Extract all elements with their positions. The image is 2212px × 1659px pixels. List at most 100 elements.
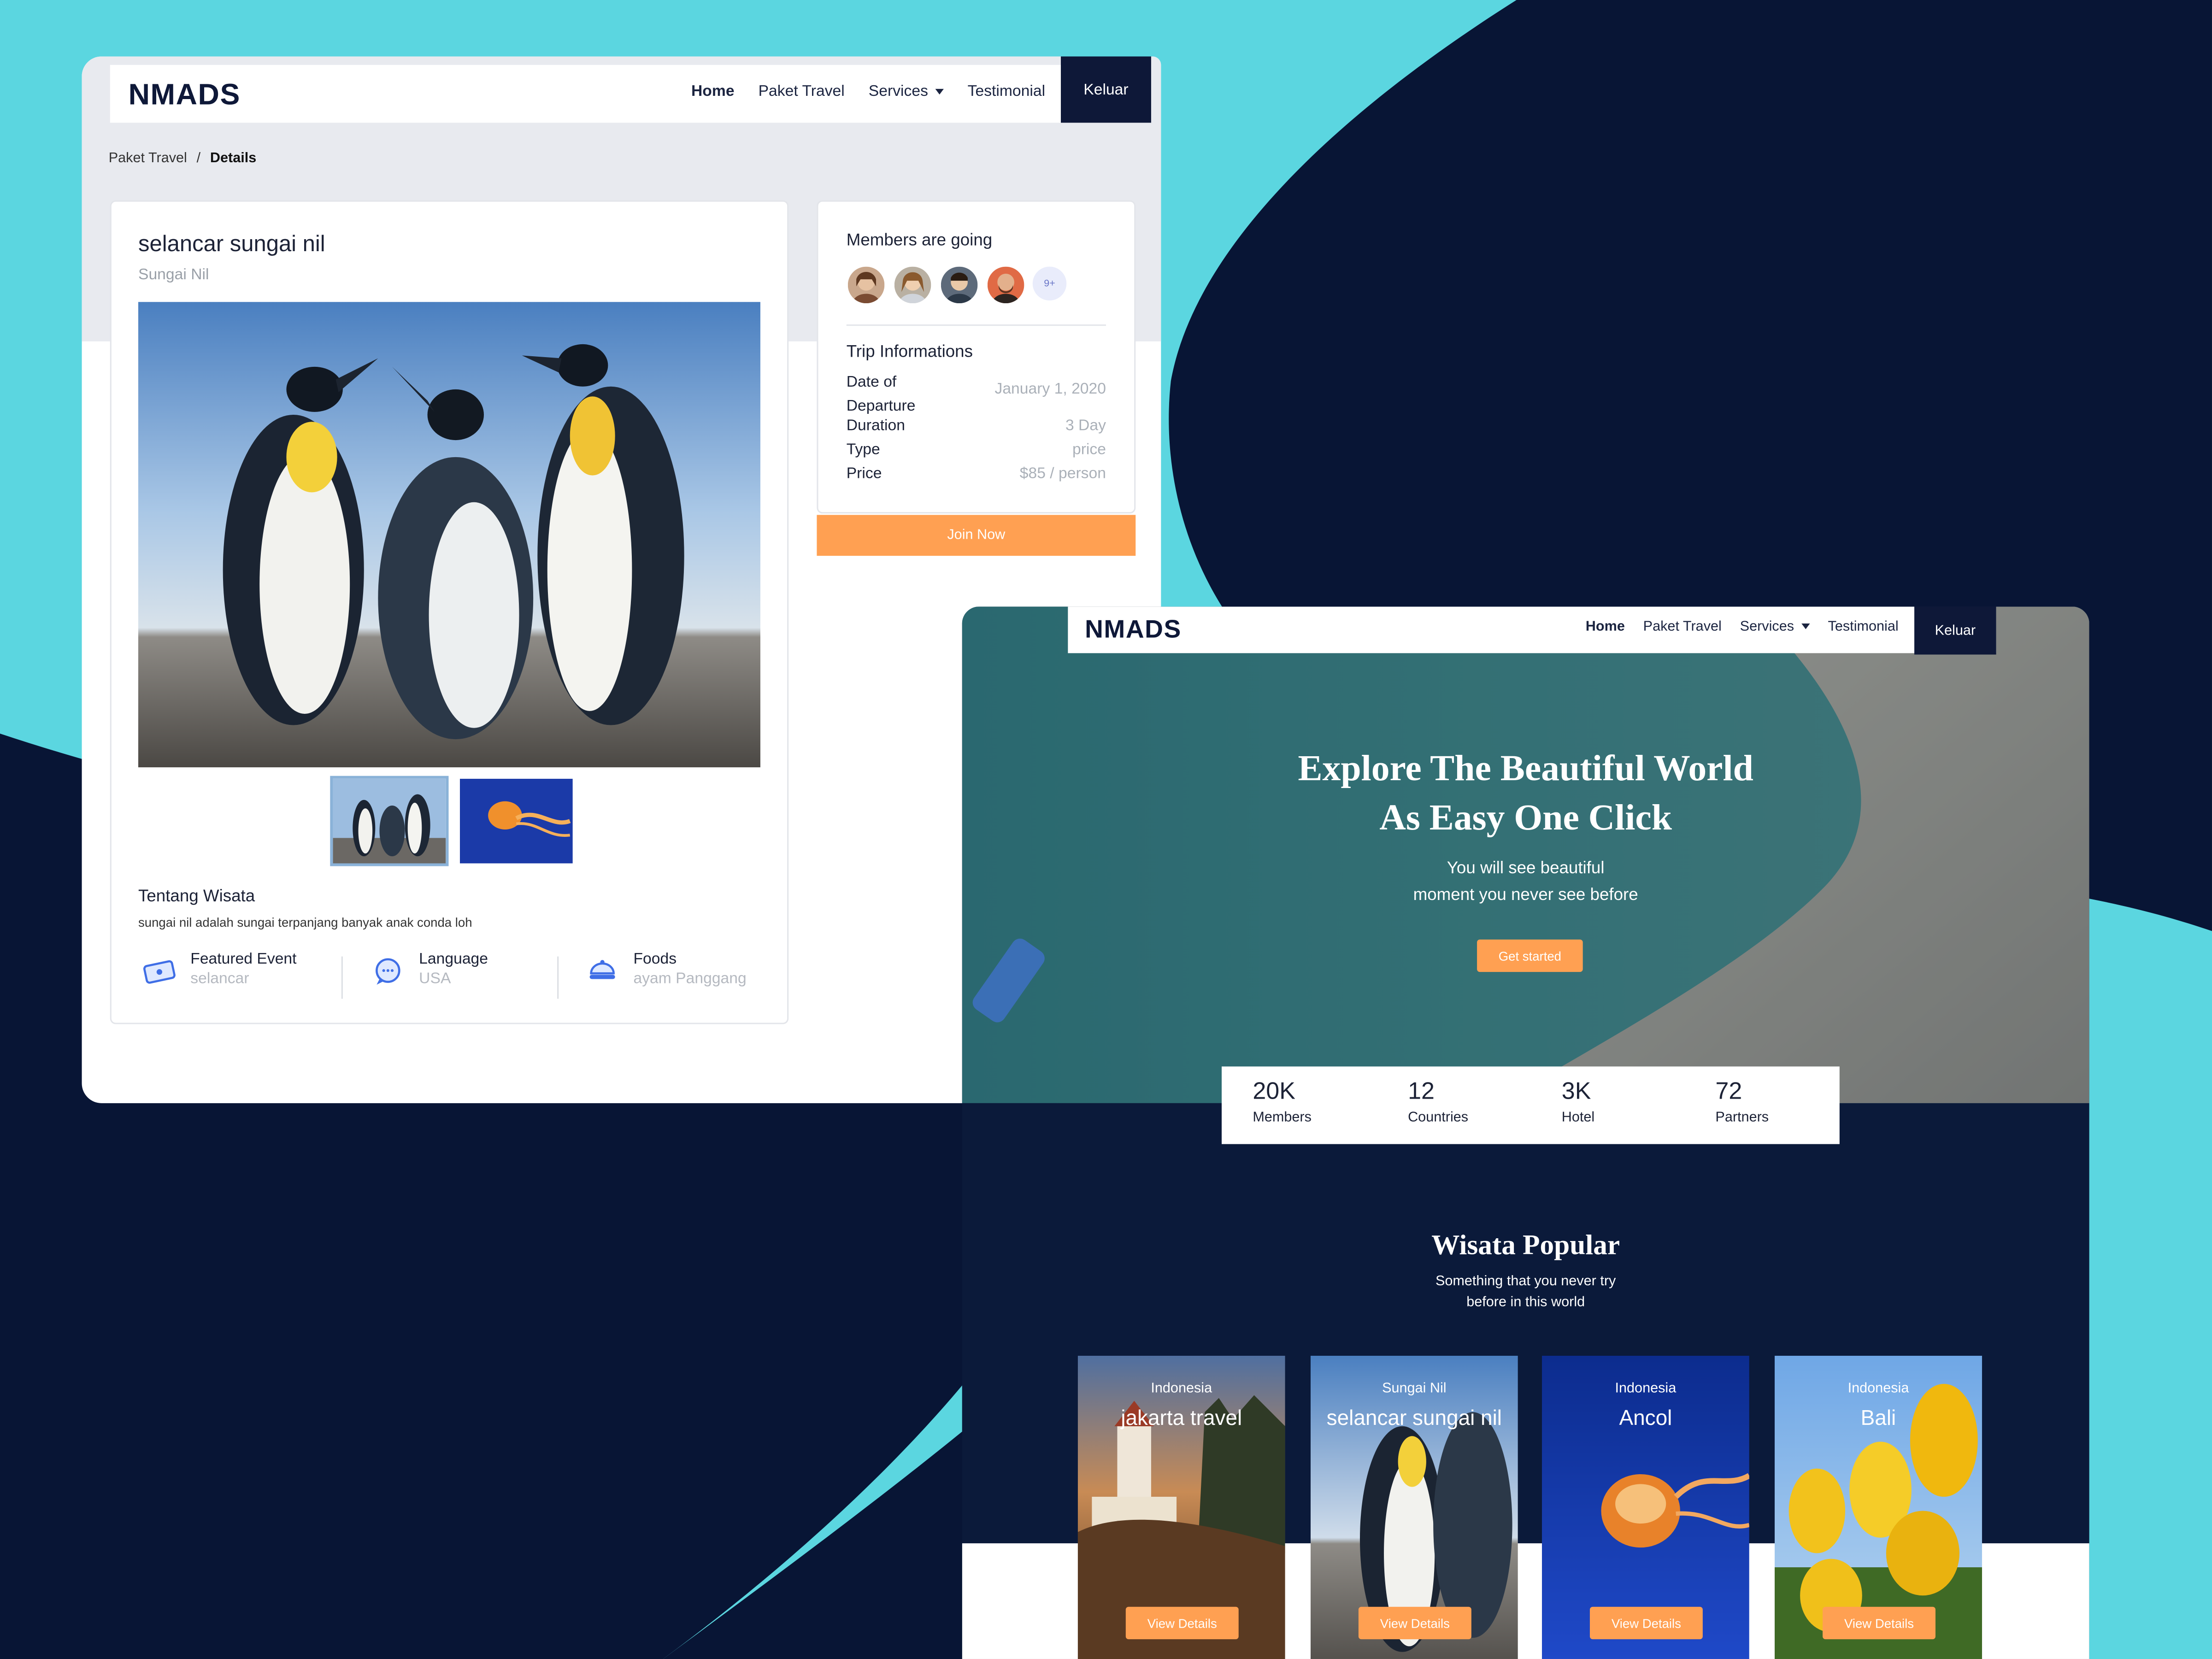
info-value: $85 / person bbox=[1019, 465, 1106, 482]
stat-partners: 72 Partners bbox=[1715, 1078, 1769, 1129]
destination-card[interactable]: Indonesia Bali View Details bbox=[1774, 1355, 1982, 1659]
stat-members: 20K Members bbox=[1253, 1078, 1312, 1129]
avatar[interactable] bbox=[986, 265, 1026, 305]
popular-subheading-line1: Something that you never try bbox=[1435, 1274, 1616, 1289]
trip-info-heading: Trip Informations bbox=[846, 341, 973, 361]
popular-subheading-line2: before in this world bbox=[1466, 1295, 1585, 1311]
home-page-window: NMADS Home Paket Travel Services Testimo… bbox=[962, 606, 2089, 1659]
navbar: NMADS Home Paket Travel Services Testimo… bbox=[1068, 606, 1996, 655]
get-started-button[interactable]: Get started bbox=[1477, 939, 1583, 972]
nav-services-label: Services bbox=[1740, 619, 1794, 635]
chevron-down-icon bbox=[935, 89, 944, 95]
feature-language: Language USA bbox=[371, 949, 488, 1000]
nav-services[interactable]: Services bbox=[869, 83, 944, 100]
chevron-down-icon bbox=[1801, 624, 1810, 630]
info-row-duration: Duration 3 Day bbox=[847, 418, 1106, 435]
destination-country: Indonesia bbox=[1847, 1381, 1909, 1397]
popular-heading: Wisata Popular bbox=[1431, 1230, 1620, 1261]
members-heading: Members are going bbox=[846, 229, 993, 250]
photo-thumbnails bbox=[330, 776, 584, 866]
brand-logo[interactable]: NMADS bbox=[1085, 615, 1182, 645]
view-details-button[interactable]: View Details bbox=[1125, 1606, 1239, 1640]
trip-info-card: Members are going 9+ Trip Informations D… bbox=[817, 200, 1136, 514]
view-details-button[interactable]: View Details bbox=[1589, 1606, 1703, 1640]
avatar[interactable] bbox=[893, 265, 933, 305]
destination-name: jakarta travel bbox=[1121, 1406, 1242, 1431]
stat-countries: 12 Countries bbox=[1408, 1078, 1468, 1129]
navbar: NMADS Home Paket Travel Services Testimo… bbox=[110, 56, 1151, 123]
destination-card[interactable]: Indonesia Ancol View Details bbox=[1541, 1355, 1749, 1659]
popular-subheading: Something that you never try before in t… bbox=[962, 1271, 2089, 1313]
breadcrumb-current: Details bbox=[210, 151, 257, 167]
feature-label: Language bbox=[419, 951, 488, 968]
info-row-price: Price $85 / person bbox=[847, 465, 1106, 482]
nav-paket-travel[interactable]: Paket Travel bbox=[759, 83, 845, 100]
more-members-badge[interactable]: 9+ bbox=[1032, 266, 1067, 301]
hero-subtitle-line1: You will see beautiful bbox=[1447, 858, 1605, 878]
divider bbox=[557, 956, 559, 999]
brand-logo[interactable]: NMADS bbox=[129, 79, 241, 112]
stat-label: Countries bbox=[1408, 1110, 1469, 1126]
about-text: sungai nil adalah sungai terpanjang bany… bbox=[138, 915, 472, 930]
info-value: price bbox=[1072, 441, 1106, 459]
feature-featured-event: Featured Event selancar bbox=[142, 949, 297, 1000]
divider bbox=[846, 324, 1106, 326]
avatar[interactable] bbox=[846, 265, 886, 305]
breadcrumb: Paket Travel / Details bbox=[109, 151, 257, 167]
destination-name: selancar sungai nil bbox=[1326, 1406, 1502, 1431]
avatar[interactable] bbox=[939, 265, 979, 305]
info-row-departure: Date of Departure January 1, 2020 bbox=[847, 371, 1106, 419]
info-value: 3 Day bbox=[1065, 418, 1106, 435]
nav-services-label: Services bbox=[868, 83, 928, 100]
thumbnail-jellyfish[interactable] bbox=[457, 776, 576, 866]
stat-label: Members bbox=[1253, 1110, 1312, 1126]
destination-name: Ancol bbox=[1619, 1406, 1672, 1431]
chat-bubble-icon bbox=[371, 955, 405, 988]
nav-links: Home Paket Travel Services Testimonial bbox=[1586, 619, 1917, 635]
nav-home[interactable]: Home bbox=[691, 83, 735, 100]
stat-number: 3K bbox=[1561, 1077, 1591, 1105]
member-avatars: 9+ bbox=[846, 265, 1067, 305]
hero-subtitle-line2: moment you never see before bbox=[1413, 884, 1638, 905]
feature-label: Foods bbox=[633, 951, 677, 968]
feature-value: USA bbox=[419, 971, 451, 988]
feature-value: ayam Panggang bbox=[633, 971, 747, 988]
about-heading: Tentang Wisata bbox=[138, 886, 255, 906]
breadcrumb-separator: / bbox=[196, 151, 201, 167]
nav-home[interactable]: Home bbox=[1586, 619, 1625, 635]
stat-number: 20K bbox=[1253, 1077, 1295, 1105]
stats-bar: 20K Members 12 Countries 3K Hotel 72 Partner… bbox=[1221, 1066, 1840, 1144]
food-dish-icon bbox=[585, 955, 619, 988]
info-row-type: Type price bbox=[847, 441, 1106, 459]
hero-section: NMADS Home Paket Travel Services Testimo… bbox=[962, 606, 2089, 1103]
feature-foods: Foods ayam Panggang bbox=[585, 949, 747, 1000]
view-details-button[interactable]: View Details bbox=[1358, 1606, 1471, 1640]
hero-title-line1: Explore The Beautiful World bbox=[1298, 747, 1753, 789]
ticket-icon bbox=[142, 955, 176, 988]
destination-card[interactable]: Sungai Nil selancar sungai nil View Deta… bbox=[1310, 1355, 1518, 1659]
thumbnail-penguins[interactable] bbox=[330, 776, 449, 866]
destination-name: Bali bbox=[1860, 1406, 1896, 1431]
stat-number: 72 bbox=[1715, 1077, 1742, 1105]
trip-location: Sungai Nil bbox=[138, 266, 209, 284]
trip-main-photo bbox=[138, 302, 760, 768]
info-label: Type bbox=[846, 441, 880, 459]
nav-links: Home Paket Travel Services Testimonial bbox=[691, 83, 1069, 100]
nav-paket-travel[interactable]: Paket Travel bbox=[1643, 619, 1722, 635]
nav-testimonial[interactable]: Testimonial bbox=[1828, 619, 1899, 635]
logout-button[interactable]: Keluar bbox=[1061, 56, 1151, 123]
stat-hotel: 3K Hotel bbox=[1562, 1078, 1595, 1129]
trip-title: selancar sungai nil bbox=[138, 233, 325, 257]
view-details-button[interactable]: View Details bbox=[1823, 1606, 1936, 1640]
nav-testimonial[interactable]: Testimonial bbox=[968, 83, 1045, 100]
nav-services[interactable]: Services bbox=[1740, 619, 1810, 635]
join-now-button[interactable]: Join Now bbox=[817, 515, 1136, 556]
breadcrumb-parent[interactable]: Paket Travel bbox=[109, 151, 187, 167]
destination-country: Indonesia bbox=[1151, 1381, 1212, 1397]
stat-number: 12 bbox=[1408, 1077, 1435, 1105]
destination-card[interactable]: Indonesia jakarta travel View Details bbox=[1077, 1355, 1285, 1659]
stat-label: Hotel bbox=[1561, 1110, 1595, 1126]
stat-label: Partners bbox=[1715, 1110, 1769, 1126]
logout-button[interactable]: Keluar bbox=[1914, 606, 1996, 655]
info-value: January 1, 2020 bbox=[994, 381, 1106, 398]
